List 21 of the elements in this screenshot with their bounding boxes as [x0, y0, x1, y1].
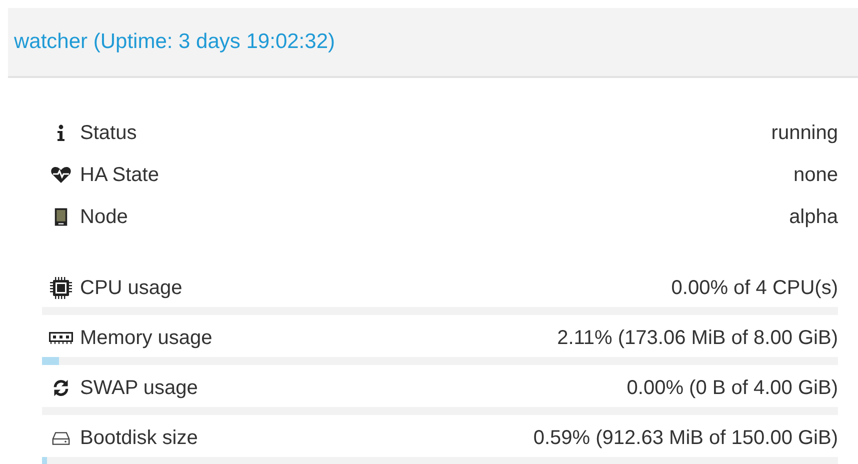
row-label: SWAP usage [80, 376, 199, 400]
row-value: 0.59% (912.63 MiB of 150.00 GiB) [533, 426, 838, 450]
row-value: 2.11% (173.06 MiB of 8.00 GiB) [557, 326, 838, 350]
row-value: none [794, 164, 838, 186]
row-label: Status [80, 122, 138, 144]
heartbeat-icon [50, 165, 72, 185]
row-label: Memory usage [80, 326, 214, 350]
cpu-icon [50, 277, 72, 299]
server-icon [54, 207, 68, 227]
row-label: CPU usage [80, 276, 184, 300]
row-label: Bootdisk size [80, 426, 199, 450]
memory-icon [49, 332, 73, 344]
hard-drive-icon [52, 430, 70, 446]
row-value: 0.00% of 4 CPU(s) [671, 276, 838, 300]
row-label: HA State [80, 164, 160, 186]
row-value: 0.00% (0 B of 4.00 GiB) [626, 376, 838, 400]
refresh-icon [52, 379, 70, 397]
row-label: Node [80, 206, 129, 228]
row-value: alpha [789, 206, 838, 228]
panel-title: watcher (Uptime: 3 days 19:02:32) [14, 30, 335, 54]
row-value: running [771, 122, 838, 144]
